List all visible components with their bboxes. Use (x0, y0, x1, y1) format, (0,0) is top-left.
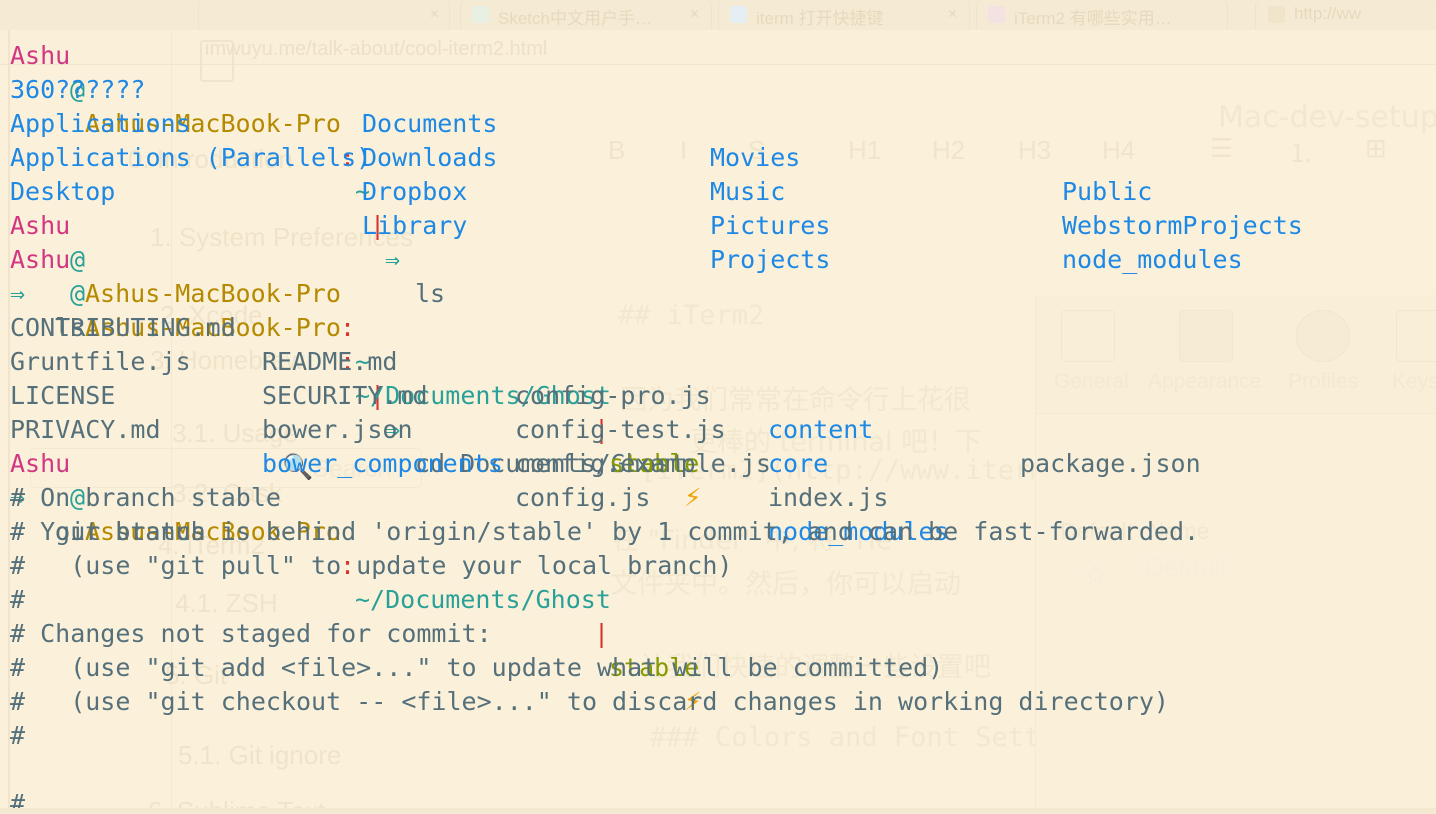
markdown-snippet: ### Colors and Font Settin (650, 722, 1073, 753)
profiles-icon (1296, 310, 1350, 362)
tab-favicon-icon (1268, 6, 1285, 23)
preferences-toolbar (1036, 295, 1436, 414)
command-ls: ls (415, 279, 446, 308)
git-output-line: # (use "git pull" to update your local b… (10, 551, 733, 580)
browser-tab-label: iterm 打开快捷键 (756, 9, 884, 28)
dir-entry: Library (362, 211, 468, 240)
file-entry: config-pro.js (515, 381, 711, 410)
browser-tab-url-label: http://ww (1294, 4, 1362, 23)
git-output-line: # (10, 721, 26, 750)
keys-icon (1396, 310, 1436, 362)
browser-url-text: imwuyu.me/talk-about/cool-iterm2.html (205, 38, 548, 60)
file-entry: config.js (515, 483, 651, 512)
browser-tab-label: iTerm2 有哪些实用… (1014, 9, 1172, 28)
star-icon: ☆ (1083, 550, 1108, 596)
file-entry: README.md (262, 347, 398, 376)
dir-entry: bower_components (262, 449, 503, 478)
browser-tab (198, 0, 450, 30)
file-entry: config.example.js (515, 449, 771, 478)
numbered-list-icon: ⒈ (1288, 138, 1315, 168)
dir-entry: content (768, 415, 874, 444)
git-output-line: # Changes not staged for commit: (10, 619, 492, 648)
preferences-tab-keys: Keys (1392, 370, 1436, 393)
browser-tab (976, 0, 1228, 30)
italic-icon: I (680, 135, 688, 165)
git-output-line: # Your branch is behind 'origin/stable' … (10, 517, 1200, 546)
prompt-separator: | (594, 619, 610, 648)
tab-favicon-icon (730, 6, 747, 23)
browser-tab (460, 0, 712, 30)
profile-row-default: Default (1145, 552, 1228, 582)
document-icon (200, 40, 234, 82)
git-output-line: # (10, 585, 26, 614)
heading-4-icon: H4 (1102, 135, 1136, 165)
window-bottom-edge (0, 808, 1436, 814)
preferences-window: General Appearance Profiles Keys (1035, 295, 1436, 814)
browser-tab-strip (0, 0, 1436, 31)
tab-favicon-icon (472, 6, 489, 23)
bullet-list-icon: ☰ (1210, 133, 1234, 163)
preferences-tab-profiles: Profiles (1288, 370, 1359, 393)
dir-entry: Projects (710, 245, 831, 274)
browser-url-bar (0, 30, 1436, 65)
toc-item: 5.1. Git ignore (178, 740, 342, 770)
dir-entry: Dropbox (362, 177, 468, 206)
dir-entry: node_modules (1062, 245, 1243, 274)
file-entry: bower.json (262, 415, 413, 444)
prompt-arrow: ⇒ (385, 245, 401, 274)
file-entry: config-test.js (515, 415, 726, 444)
prompt-host: Ashus-MacBook-Pro (85, 279, 341, 308)
browser-tab (1255, 0, 1436, 30)
prompt-path: ~/Documents/Ghost (355, 585, 611, 614)
browser-tab-label: Sketch中文用户手… (498, 9, 652, 28)
git-modified-line: # modified: content/themes/bigertech/ass… (10, 753, 100, 814)
browser-tab (718, 0, 970, 30)
preferences-tab-appearance: Appearance (1148, 370, 1262, 393)
heading-1-icon: H1 (848, 135, 882, 165)
dir-entry: Downloads (362, 143, 498, 172)
heading-2-icon: H2 (932, 135, 966, 165)
file-entry: index.js (768, 483, 889, 512)
heading-3-icon: H3 (1018, 135, 1052, 165)
dir-entry: core (768, 449, 829, 478)
doc-headline: Mac-dev-setup (1218, 100, 1436, 135)
dir-entry: Music (710, 177, 786, 206)
prompt-colon: : (340, 313, 356, 342)
dir-entry: Documents (362, 109, 498, 138)
lightning-bolt-icon: ⚡ (684, 483, 702, 512)
git-output-line: # On branch stable (10, 483, 281, 512)
dir-entry: Pictures (710, 211, 831, 240)
toc-item: 4.1. ZSH (175, 588, 278, 618)
markdown-snippet: ## iTerm2 (618, 300, 765, 331)
file-entry: SECURITY.md (262, 381, 428, 410)
tab-close-icon: ✕ (430, 4, 440, 22)
table-icon: ⊞ (1365, 133, 1387, 163)
file-entry: package.json (1020, 449, 1201, 478)
tab-close-icon: ✕ (948, 4, 958, 22)
terminal-window[interactable]: ✕ Sketch中文用户手… ✕ iterm 打开快捷键 ✕ iTerm2 有哪… (0, 0, 1436, 814)
git-output-line: # (use "git add <file>..." to update wha… (10, 653, 944, 682)
dir-entry: Movies (710, 143, 801, 172)
appearance-icon (1179, 310, 1233, 362)
preferences-tab-general: General (1054, 370, 1129, 393)
tab-close-icon: ✕ (690, 4, 700, 22)
general-icon (1061, 310, 1115, 362)
dir-entry: Public (1062, 177, 1153, 206)
bold-icon: B (608, 135, 626, 165)
git-output-line: # (use "git checkout -- <file>..." to di… (10, 687, 1169, 716)
dir-entry: WebstormProjects (1062, 211, 1303, 240)
tab-favicon-icon (988, 6, 1005, 23)
